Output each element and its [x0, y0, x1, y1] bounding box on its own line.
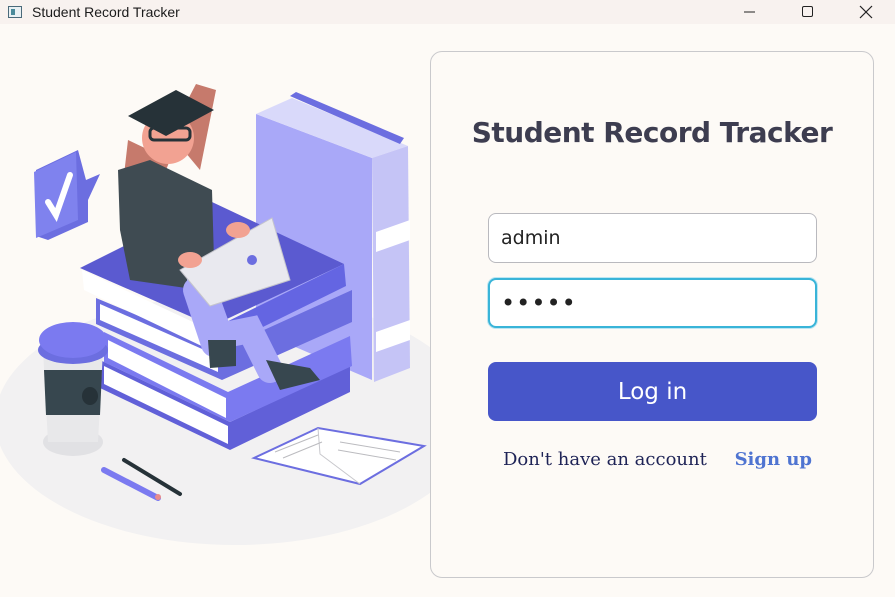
signup-row: Don't have an account Sign up [503, 449, 812, 470]
login-button[interactable]: Log in [488, 362, 817, 421]
window-controls [721, 0, 895, 24]
login-title: Student Record Tracker [471, 116, 833, 149]
coffee-cup-icon [38, 322, 108, 456]
graduate-studying-illustration [0, 84, 475, 545]
login-card: Student Record Tracker Log in Don't have… [430, 51, 874, 578]
maximize-button[interactable] [779, 0, 837, 24]
title-bar: Student Record Tracker [0, 0, 895, 24]
no-account-text: Don't have an account [503, 449, 707, 470]
checkmark-badge-icon [34, 150, 100, 240]
app-icon [8, 6, 22, 18]
close-button[interactable] [837, 0, 895, 24]
window-title: Student Record Tracker [32, 4, 180, 20]
username-input[interactable] [488, 213, 817, 263]
minimize-button[interactable] [721, 0, 779, 24]
password-input[interactable] [488, 278, 817, 328]
signup-link[interactable]: Sign up [735, 449, 812, 470]
maximize-icon [802, 6, 813, 17]
close-icon [859, 5, 873, 19]
minimize-icon [744, 11, 755, 13]
